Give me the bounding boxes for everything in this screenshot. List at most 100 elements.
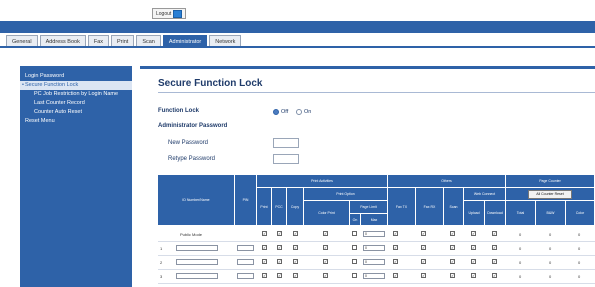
row-divider (158, 283, 595, 284)
row-pin-input[interactable] (237, 259, 254, 265)
col-on: On (350, 214, 361, 226)
title-divider (158, 92, 595, 93)
permission-checkbox[interactable]: ✓ (450, 273, 455, 278)
new-password-field[interactable] (273, 138, 299, 148)
page-limit-on-checkbox[interactable] (352, 259, 357, 264)
permission-checkbox[interactable]: ✓ (421, 231, 426, 236)
page-limit-on-checkbox[interactable] (352, 231, 357, 236)
counter-color-value: 0 (578, 246, 581, 251)
row-name-input[interactable] (176, 245, 218, 251)
page-limit-max-input[interactable]: 0 (363, 259, 385, 265)
permission-checkbox[interactable]: ✓ (492, 231, 497, 236)
col-download: Download (485, 201, 506, 226)
permission-checkbox[interactable]: ✓ (471, 231, 476, 236)
col-upload: Upload (464, 201, 485, 226)
sidebar-item-reset-menu[interactable]: Reset Menu (20, 117, 132, 126)
permission-checkbox[interactable]: ✓ (393, 259, 398, 264)
permission-checkbox[interactable]: ✓ (471, 245, 476, 250)
permission-checkbox[interactable]: ✓ (421, 245, 426, 250)
permission-checkbox[interactable]: ✓ (421, 273, 426, 278)
function-lock-off-radio[interactable]: Off (273, 109, 288, 115)
main-panel: Secure Function Lock Function Lock Off O… (140, 66, 595, 287)
sidebar-item-secure-function-lock[interactable]: Secure Function Lock (20, 81, 132, 90)
permission-checkbox[interactable]: ✓ (393, 273, 398, 278)
tab-label: Fax (93, 38, 103, 45)
all-counter-reset-button[interactable]: All Counter Reset (528, 189, 572, 199)
top-bar: Logout (0, 0, 595, 20)
tab-label: Scan (142, 38, 155, 45)
permission-checkbox[interactable]: ✓ (450, 245, 455, 250)
row-name-label: Public Mode (180, 232, 203, 237)
permission-checkbox[interactable]: ✓ (277, 245, 282, 250)
permission-checkbox[interactable]: ✓ (393, 231, 398, 236)
sidebar-item-last-counter-record[interactable]: Last Counter Record (20, 99, 132, 108)
row-number: 2 (160, 260, 163, 265)
permission-checkbox[interactable]: ✓ (471, 259, 476, 264)
permission-checkbox[interactable]: ✓ (421, 259, 426, 264)
permission-checkbox[interactable]: ✓ (492, 245, 497, 250)
page-limit-on-checkbox[interactable] (352, 245, 357, 250)
row-divider (158, 255, 595, 256)
permission-checkbox[interactable]: ✓ (262, 259, 267, 264)
col-others: Others (388, 175, 506, 188)
permission-checkbox[interactable]: ✓ (262, 231, 267, 236)
permission-checkbox[interactable]: ✓ (293, 231, 298, 236)
logout-button[interactable]: Logout (152, 8, 187, 19)
sidebar-item-login-password[interactable]: Login Password (20, 72, 132, 81)
permission-checkbox[interactable]: ✓ (293, 273, 298, 278)
function-lock-on-radio[interactable]: On (296, 109, 311, 115)
counter-total-value: 0 (519, 232, 522, 237)
col-pcc: PCC (272, 188, 287, 226)
col-fax-rx: Fax RX (416, 188, 444, 226)
counter-total-value: 0 (519, 246, 522, 251)
retype-password-field[interactable] (273, 154, 299, 164)
page-limit-max-input[interactable]: 0 (363, 245, 385, 251)
header-band (0, 21, 595, 33)
col-id-name: ID Number/Name (158, 175, 235, 226)
row-number: 1 (160, 246, 163, 251)
permission-checkbox[interactable]: ✓ (492, 273, 497, 278)
col-total: Total (506, 201, 536, 226)
page-title: Secure Function Lock (158, 78, 263, 89)
col-bw: B&W (536, 201, 566, 226)
tab-label: Network (215, 38, 236, 45)
sidebar-item-counter-auto-reset[interactable]: Counter Auto Reset (20, 108, 132, 117)
col-print: Print (257, 188, 272, 226)
permission-checkbox[interactable]: ✓ (277, 273, 282, 278)
row-number: 3 (160, 274, 163, 279)
counter-bw-value: 0 (549, 274, 552, 279)
permission-checkbox[interactable]: ✓ (323, 259, 328, 264)
sidebar: Login Password Secure Function Lock PC J… (20, 66, 132, 287)
col-max: Max (361, 214, 388, 226)
row-name-input[interactable] (176, 273, 218, 279)
col-color-print: Color Print (304, 201, 350, 226)
permission-checkbox[interactable]: ✓ (277, 231, 282, 236)
sidebar-item-pc-job-restriction[interactable]: PC Job Restriction by Login Name (20, 90, 132, 99)
permission-checkbox[interactable]: ✓ (262, 273, 267, 278)
counter-bw-value: 0 (549, 232, 552, 237)
page-limit-max-input[interactable]: 0 (363, 273, 385, 279)
permission-checkbox[interactable]: ✓ (492, 259, 497, 264)
permission-checkbox[interactable]: ✓ (393, 245, 398, 250)
col-print-option: Print Option (304, 188, 388, 201)
permission-checkbox[interactable]: ✓ (277, 259, 282, 264)
permission-checkbox[interactable]: ✓ (323, 273, 328, 278)
row-name-input[interactable] (176, 259, 218, 265)
permission-checkbox[interactable]: ✓ (293, 245, 298, 250)
permission-checkbox[interactable]: ✓ (450, 259, 455, 264)
permission-checkbox[interactable]: ✓ (323, 245, 328, 250)
row-pin-input[interactable] (237, 245, 254, 251)
permission-checkbox[interactable]: ✓ (471, 273, 476, 278)
permission-checkbox[interactable]: ✓ (262, 245, 267, 250)
col-pin: PIN (235, 175, 257, 226)
tab-label: Address Book (45, 38, 80, 45)
page-limit-max-input[interactable]: 0 (363, 231, 385, 237)
permission-checkbox[interactable]: ✓ (450, 231, 455, 236)
permission-checkbox[interactable]: ✓ (323, 231, 328, 236)
permission-checkbox[interactable]: ✓ (293, 259, 298, 264)
col-print-activities: Print Activities (257, 175, 388, 188)
page-limit-on-checkbox[interactable] (352, 273, 357, 278)
col-color: Color (566, 201, 595, 226)
tab-label: Administrator (168, 38, 202, 45)
row-pin-input[interactable] (237, 273, 254, 279)
